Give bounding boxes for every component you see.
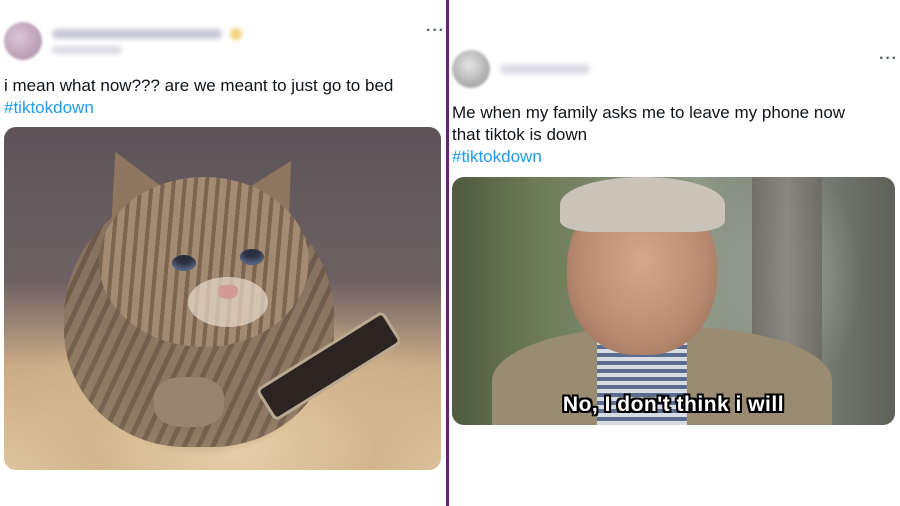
blurred-display-name [52, 29, 222, 39]
kitten-eye [240, 249, 264, 265]
tweet-author-right[interactable] [452, 50, 590, 88]
verified-badge-icon [230, 28, 242, 40]
tweet-text-line: that tiktok is down [452, 125, 588, 144]
more-options-icon[interactable]: ··· [879, 50, 898, 68]
tweet-text-line: i mean what now??? are we meant to just … [4, 76, 394, 95]
avatar[interactable] [452, 50, 490, 88]
blurred-display-name [500, 64, 590, 74]
man-hair [560, 177, 725, 232]
kitten-paw [154, 377, 224, 427]
author-name-block [52, 28, 242, 54]
tweet-text-right: Me when my family asks me to leave my ph… [452, 102, 845, 168]
tweet-text-line: Me when my family asks me to leave my ph… [452, 103, 846, 122]
more-options-icon[interactable]: ··· [426, 22, 445, 40]
author-name-block [500, 64, 590, 74]
hashtag-link[interactable]: #tiktokdown [4, 97, 393, 119]
avatar[interactable] [4, 22, 42, 60]
kitten-eye [172, 255, 196, 271]
kitten-nose [218, 285, 238, 299]
blurred-handle [52, 46, 122, 54]
meme-caption: No, I don't think i will [562, 393, 785, 416]
tweet-media-right[interactable]: No, I don't think i will [452, 177, 895, 425]
tweet-card-left[interactable]: ··· i mean what now??? are we meant to j… [0, 0, 446, 506]
tweet-author-left[interactable] [4, 22, 242, 60]
tweet-media-left[interactable] [4, 127, 441, 470]
hashtag-link[interactable]: #tiktokdown [452, 146, 845, 168]
tweet-text-left: i mean what now??? are we meant to just … [4, 75, 393, 119]
tweet-card-right[interactable]: ··· Me when my family asks me to leave m… [449, 0, 900, 506]
